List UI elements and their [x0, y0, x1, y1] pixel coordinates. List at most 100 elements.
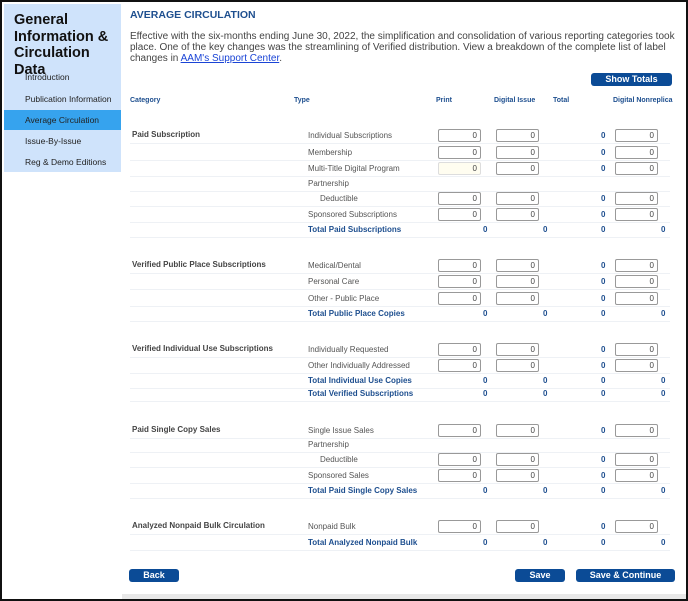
- save-continue-button[interactable]: Save & Continue: [576, 569, 675, 582]
- row-category: Paid Single Copy Sales: [132, 425, 221, 434]
- print-input[interactable]: [438, 208, 481, 221]
- print-input[interactable]: [438, 259, 481, 272]
- row-type: Total Public Place Copies: [308, 309, 405, 318]
- digital-issue-input[interactable]: [496, 275, 539, 288]
- column-header-category: Category: [130, 97, 161, 104]
- page-frame: General Information & Circulation Data I…: [0, 0, 688, 601]
- digital-nonreplica-input[interactable]: [615, 146, 658, 159]
- row-total: 0: [601, 294, 606, 303]
- show-totals-button[interactable]: Show Totals: [591, 73, 672, 86]
- digital-issue-input[interactable]: [496, 359, 539, 372]
- digital-issue-input[interactable]: [496, 520, 539, 533]
- total-print: 0: [483, 376, 488, 385]
- table-row: Sponsored Sales 0: [130, 468, 670, 484]
- digital-nonreplica-input[interactable]: [615, 259, 658, 272]
- print-input[interactable]: [438, 146, 481, 159]
- row-total: 0: [601, 345, 606, 354]
- total-digital-nonreplica: 0: [661, 389, 666, 398]
- total-total: 0: [601, 538, 606, 547]
- digital-nonreplica-input[interactable]: [615, 453, 658, 466]
- row-type: Total Verified Subscriptions: [308, 389, 414, 398]
- total-digital-nonreplica: 0: [661, 309, 666, 318]
- table-row: Partnership: [130, 176, 670, 192]
- digital-nonreplica-input[interactable]: [615, 162, 658, 175]
- sidebar-item-reg-demo-editions[interactable]: Reg & Demo Editions: [4, 152, 121, 172]
- row-type: Deductible: [320, 455, 358, 464]
- table-row: Total Paid Subscriptions 0 0 0 0: [130, 222, 670, 238]
- row-divider: [130, 143, 670, 144]
- digital-nonreplica-input[interactable]: [615, 343, 658, 356]
- table-row: Total Public Place Copies 0 0 0 0: [130, 306, 670, 322]
- print-input[interactable]: [438, 275, 481, 288]
- digital-issue-input[interactable]: [496, 208, 539, 221]
- sidebar-item-publication-information[interactable]: Publication Information: [4, 89, 121, 109]
- row-type: Sponsored Sales: [308, 471, 369, 480]
- digital-issue-input[interactable]: [496, 129, 539, 142]
- row-type: Nonpaid Bulk: [308, 522, 356, 531]
- print-input[interactable]: [438, 520, 481, 533]
- table-row: Verified Public Place Subscriptions Medic…: [130, 258, 670, 274]
- sidebar-item-issue-by-issue[interactable]: Issue-By-Issue: [4, 131, 121, 151]
- digital-issue-input[interactable]: [496, 469, 539, 482]
- table-row: Other Individually Addressed 0: [130, 358, 670, 374]
- table-row: Sponsored Subscriptions 0: [130, 207, 670, 223]
- digital-issue-input[interactable]: [496, 453, 539, 466]
- save-button[interactable]: Save: [515, 569, 565, 582]
- row-type: Single Issue Sales: [308, 426, 374, 435]
- row-type: Other Individually Addressed: [308, 361, 410, 370]
- intro-text: Effective with the six-months ending Jun…: [130, 31, 675, 64]
- print-input[interactable]: [438, 453, 481, 466]
- total-total: 0: [601, 376, 606, 385]
- row-total: 0: [601, 455, 606, 464]
- digital-issue-input[interactable]: [496, 146, 539, 159]
- print-input[interactable]: [438, 129, 481, 142]
- print-input[interactable]: [438, 192, 481, 205]
- print-input[interactable]: [438, 424, 481, 437]
- sidebar-item-average-circulation[interactable]: Average Circulation: [4, 110, 121, 130]
- row-type: Partnership: [308, 179, 349, 188]
- column-header-print: Print: [436, 97, 452, 104]
- row-type: Personal Care: [308, 277, 360, 286]
- digital-issue-input[interactable]: [496, 424, 539, 437]
- support-center-link[interactable]: AAM's Support Center: [181, 53, 280, 64]
- row-type: Membership: [308, 148, 353, 157]
- print-input[interactable]: [438, 343, 481, 356]
- digital-issue-input[interactable]: [496, 162, 539, 175]
- row-total: 0: [601, 210, 606, 219]
- row-total: 0: [601, 522, 606, 531]
- print-input[interactable]: [438, 469, 481, 482]
- total-total: 0: [601, 389, 606, 398]
- table-row: Analyzed Nonpaid Bulk Circulation Nonpaid…: [130, 519, 670, 535]
- table-row: Deductible 0: [130, 452, 670, 468]
- print-input[interactable]: [438, 292, 481, 305]
- total-print: 0: [483, 309, 488, 318]
- row-total: 0: [601, 194, 606, 203]
- row-divider: [130, 237, 670, 238]
- column-header-digital-issue: Digital Issue: [494, 97, 536, 104]
- print-input[interactable]: [438, 162, 481, 175]
- digital-nonreplica-input[interactable]: [615, 359, 658, 372]
- digital-nonreplica-input[interactable]: [615, 469, 658, 482]
- digital-issue-input[interactable]: [496, 292, 539, 305]
- digital-nonreplica-input[interactable]: [615, 292, 658, 305]
- sidebar-item-introduction[interactable]: Introduction: [4, 67, 121, 87]
- digital-nonreplica-input[interactable]: [615, 424, 658, 437]
- back-button[interactable]: Back: [129, 569, 179, 582]
- digital-nonreplica-input[interactable]: [615, 275, 658, 288]
- row-divider: [130, 289, 670, 290]
- print-input[interactable]: [438, 359, 481, 372]
- digital-nonreplica-input[interactable]: [615, 129, 658, 142]
- total-digital-nonreplica: 0: [661, 225, 666, 234]
- digital-nonreplica-input[interactable]: [615, 520, 658, 533]
- total-total: 0: [601, 225, 606, 234]
- digital-nonreplica-input[interactable]: [615, 192, 658, 205]
- row-type: Deductible: [320, 194, 358, 203]
- total-print: 0: [483, 486, 488, 495]
- total-total: 0: [601, 309, 606, 318]
- digital-issue-input[interactable]: [496, 192, 539, 205]
- digital-issue-input[interactable]: [496, 259, 539, 272]
- sidebar: General Information & Circulation Data I…: [4, 4, 121, 172]
- digital-issue-input[interactable]: [496, 343, 539, 356]
- digital-nonreplica-input[interactable]: [615, 208, 658, 221]
- total-total: 0: [601, 486, 606, 495]
